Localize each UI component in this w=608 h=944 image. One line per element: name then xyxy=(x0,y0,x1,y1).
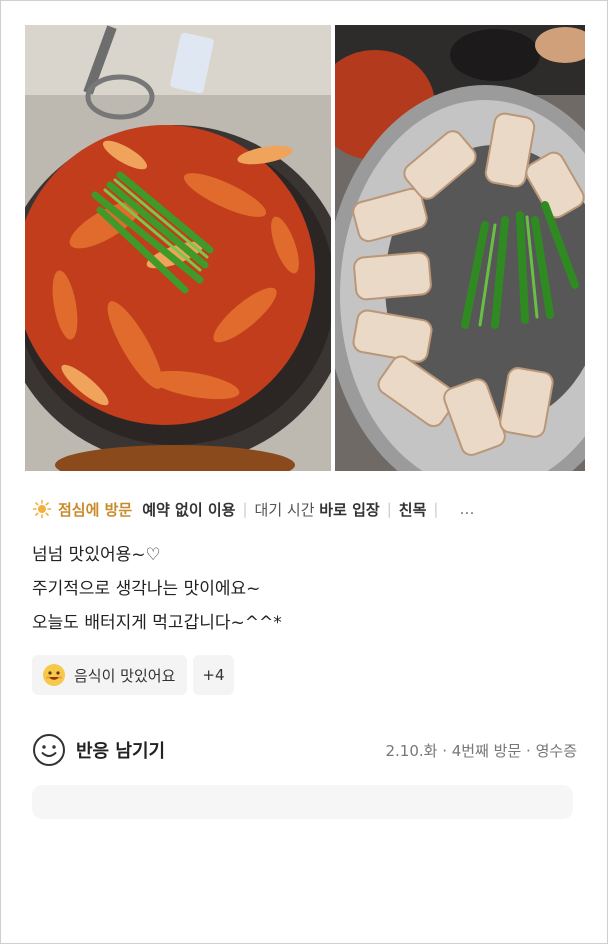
tag-divider: | xyxy=(242,500,248,518)
reservation-tag: 예약 없이 이용 xyxy=(142,500,236,519)
more-keywords-chip[interactable]: +4 xyxy=(193,655,234,695)
visit-tags: 점심에 방문 예약 없이 이용 | 대기 시간 바로 입장 | 친목 | … xyxy=(32,497,577,521)
leave-reaction-button[interactable]: 반응 남기기 xyxy=(32,733,165,767)
tag-divider: | xyxy=(386,500,392,518)
review-photos xyxy=(25,25,585,471)
purpose-tag: 친목 xyxy=(398,500,427,519)
photo-boiled-pork[interactable] xyxy=(335,25,585,471)
more-tags-button[interactable]: … xyxy=(459,500,475,518)
receipt-badge: 영수증 xyxy=(535,741,577,760)
wait-time-tag: 대기 시간 바로 입장 xyxy=(254,500,380,519)
sun-icon xyxy=(32,499,52,519)
reaction-row: 반응 남기기 2.10.화 · 4번째 방문 · 영수증 xyxy=(32,730,577,770)
visit-date: 2.10.화 xyxy=(385,741,438,760)
visit-count: 4번째 방문 xyxy=(451,741,522,760)
keyword-chip-label: 음식이 맛있어요 xyxy=(74,666,176,685)
review-line: 오늘도 배터지게 먹고갑니다~^^* xyxy=(32,613,282,633)
visit-time-tag: 점심에 방문 xyxy=(58,500,133,519)
review-text[interactable]: 넘넘 맛있어용~♡ 주기적으로 생각나는 맛이에요~ 오늘도 배터지게 먹고갑니… xyxy=(32,538,282,640)
review-card: 점심에 방문 예약 없이 이용 | 대기 시간 바로 입장 | 친목 | … 넘… xyxy=(0,0,608,944)
visit-info: 2.10.화 · 4번째 방문 · 영수증 xyxy=(385,741,577,760)
smiley-outline-icon xyxy=(33,734,65,766)
review-line: 넘넘 맛있어용~♡ xyxy=(32,545,161,565)
keyword-chips: 음식이 맛있어요 +4 xyxy=(32,655,234,695)
tag-divider: | xyxy=(433,500,439,518)
smiling-face-emoji xyxy=(43,664,65,686)
review-line: 주기적으로 생각나는 맛이에요~ xyxy=(32,579,261,599)
photo-spicy-stir-fry[interactable] xyxy=(25,25,331,471)
keyword-chip-tasty[interactable]: 음식이 맛있어요 xyxy=(32,655,188,695)
reaction-panel-edge xyxy=(32,785,573,819)
leave-reaction-label: 반응 남기기 xyxy=(76,741,166,762)
